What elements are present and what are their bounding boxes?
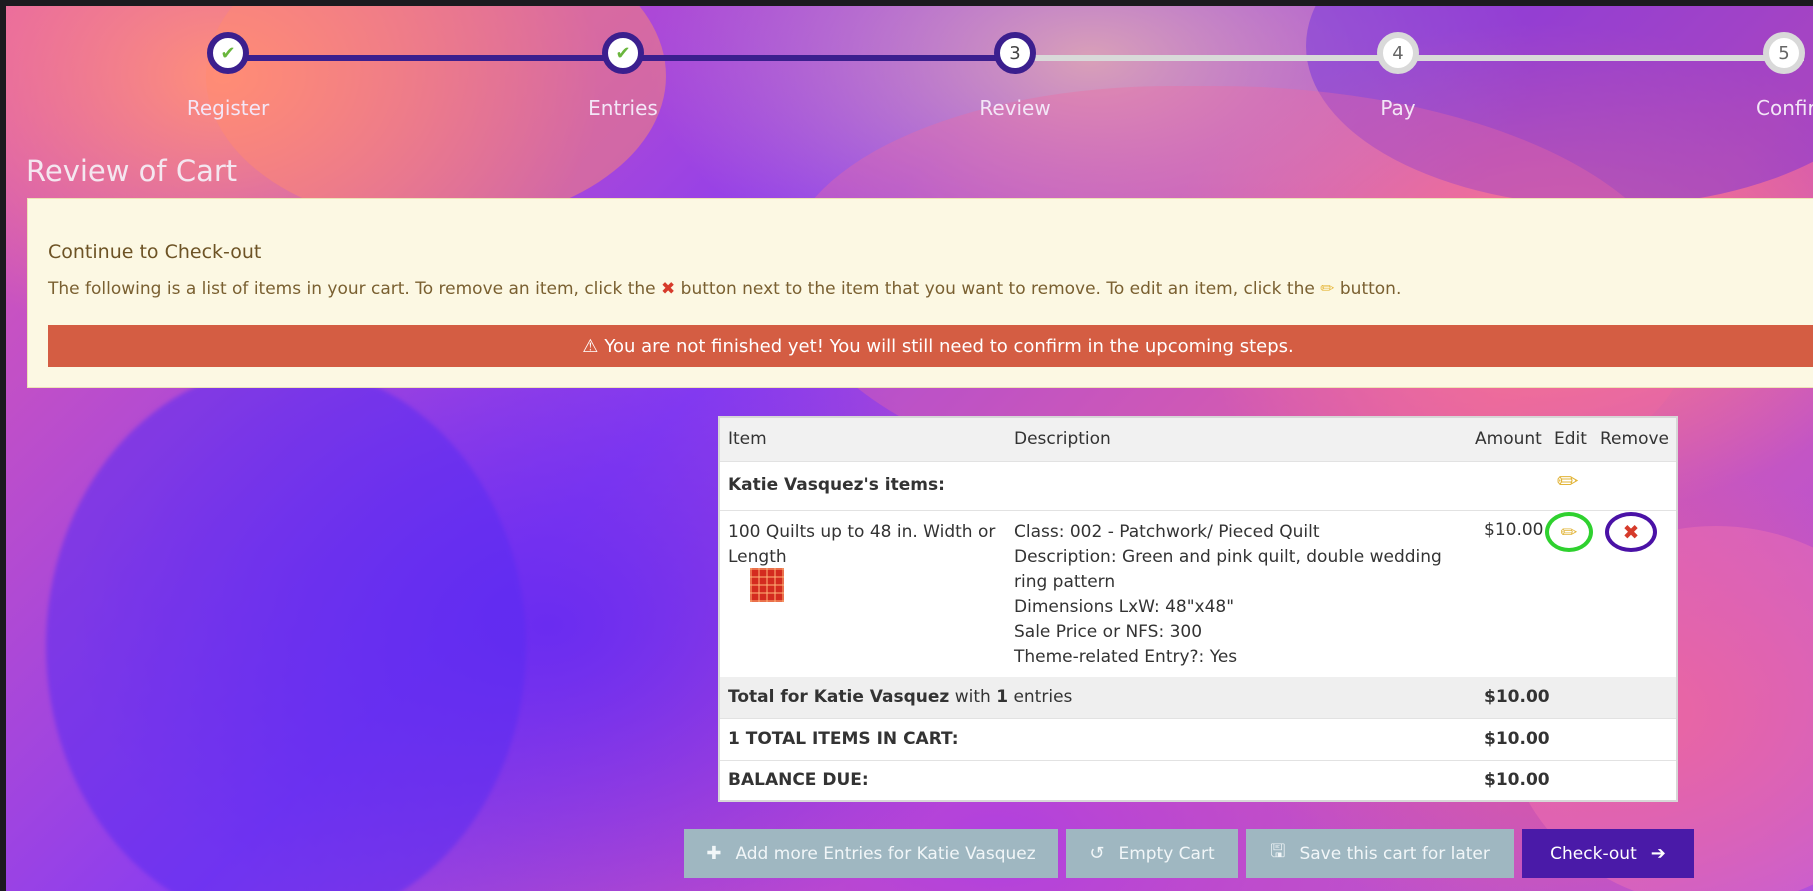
subtotal-amount: $10.00 — [1484, 687, 1550, 707]
step-register: ✔ Register — [187, 32, 269, 120]
entry-count: 1 — [996, 687, 1009, 707]
step-label: Confirm — [1756, 96, 1813, 120]
total-amount: $10.00 — [1484, 729, 1550, 749]
checkout-button[interactable]: Check-out ➔ — [1522, 829, 1694, 878]
item-description: Class: 002 - Patchwork/ Pieced Quilt Des… — [1014, 522, 1442, 667]
balance-due-row: BALANCE DUE: $10.00 — [720, 760, 1676, 800]
cart-table: Item Description Amount Edit Remove Kati… — [718, 416, 1678, 802]
check-icon: ✔ — [602, 32, 644, 74]
subtotal-label: Total for Katie Vasquez — [728, 687, 950, 707]
checkout-notice: Continue to Check-out The following is a… — [27, 198, 1813, 388]
step-confirm: 5 Confirm — [1756, 32, 1813, 120]
table-header: Item Description Amount Edit Remove — [720, 418, 1676, 462]
edit-item-button[interactable]: ✏ — [1545, 512, 1593, 552]
total-label: 1 TOTAL ITEMS IN CART: — [728, 729, 959, 749]
column-header-item: Item — [728, 429, 767, 449]
check-icon: ✔ — [207, 32, 249, 74]
cart-total-row: 1 TOTAL ITEMS IN CART: $10.00 — [720, 718, 1676, 761]
table-row: 100 Quilts up to 48 in. Width or Length … — [720, 510, 1676, 678]
arrow-right-icon: ➔ — [1650, 843, 1666, 864]
step-number: 4 — [1377, 32, 1419, 74]
step-entries: ✔ Entries — [588, 32, 658, 120]
quilt-thumbnail — [750, 568, 784, 602]
warning-triangle-icon: ⚠ — [582, 335, 599, 357]
step-pay: 4 Pay — [1370, 32, 1426, 120]
plus-icon: ✚ — [706, 843, 722, 864]
pencil-icon: ✏ — [1320, 279, 1335, 299]
column-header-edit: Edit — [1554, 429, 1587, 449]
step-label: Entries — [588, 96, 658, 120]
floppy-disk-icon: 🖫 — [1270, 840, 1286, 862]
item-name: 100 Quilts up to 48 in. Width or Length — [728, 522, 996, 567]
column-header-amount: Amount — [1475, 429, 1542, 449]
page-title: Review of Cart — [26, 154, 238, 188]
owner-label: Katie Vasquez's items: — [728, 475, 945, 495]
step-number: 5 — [1763, 32, 1805, 74]
notice-heading: Continue to Check-out — [48, 241, 262, 263]
undo-icon: ↺ — [1089, 843, 1105, 864]
step-review: 3 Review — [979, 32, 1051, 120]
step-label: Register — [186, 96, 270, 120]
item-amount: $10.00 — [1484, 520, 1544, 540]
pencil-icon[interactable]: ✏ — [1557, 467, 1579, 497]
warning-text: You are not finished yet! You will still… — [604, 335, 1294, 357]
column-header-remove: Remove — [1600, 429, 1669, 449]
remove-item-button[interactable]: ✖ — [1605, 512, 1657, 552]
step-label: Pay — [1380, 96, 1416, 120]
x-icon: ✖ — [1622, 520, 1640, 544]
step-number: 3 — [994, 32, 1036, 74]
pencil-icon: ✏ — [1560, 520, 1578, 544]
x-icon: ✖ — [661, 279, 676, 299]
owner-row: Katie Vasquez's items: ✏ — [720, 461, 1676, 511]
empty-cart-button[interactable]: ↺ Empty Cart — [1066, 829, 1238, 878]
balance-label: BALANCE DUE: — [728, 770, 869, 790]
step-label: Review — [979, 96, 1051, 120]
notice-text: The following is a list of items in your… — [48, 279, 1402, 299]
column-header-description: Description — [1014, 429, 1111, 449]
save-cart-button[interactable]: 🖫 Save this cart for later — [1246, 829, 1514, 878]
owner-subtotal-row: Total for Katie Vasquez with 1 entries $… — [720, 677, 1676, 719]
balance-amount: $10.00 — [1484, 770, 1550, 790]
page-background: ✔ Register ✔ Entries 3 Review 4 Pay 5 Co… — [6, 6, 1813, 891]
add-more-entries-button[interactable]: ✚ Add more Entries for Katie Vasquez — [684, 829, 1058, 878]
warning-banner: ⚠ You are not finished yet! You will sti… — [48, 325, 1813, 367]
